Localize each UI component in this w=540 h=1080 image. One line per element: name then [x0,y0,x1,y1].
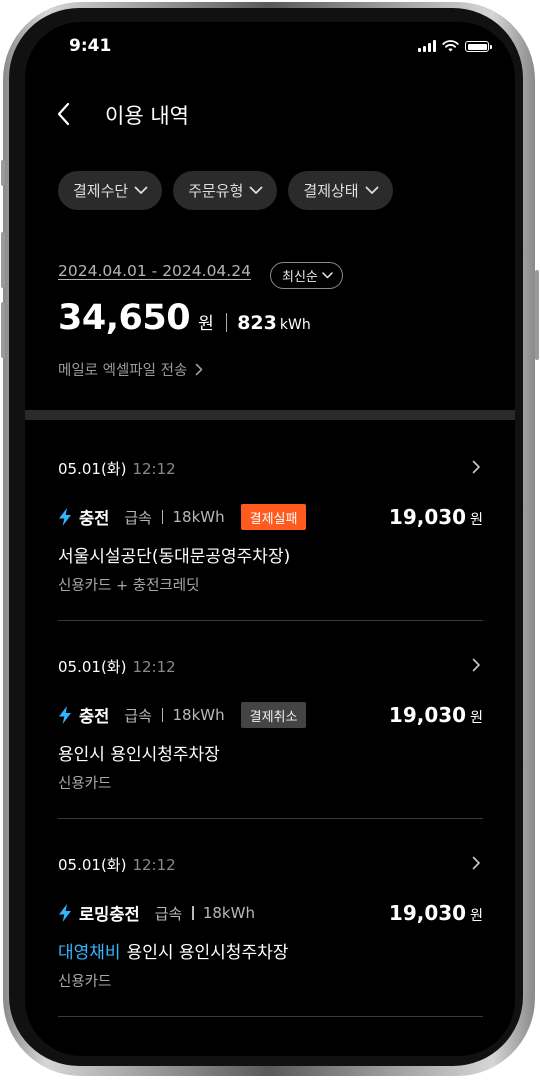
item-energy: 18kWh [202,904,255,922]
chevron-right-icon [195,363,203,376]
filter-order-type[interactable]: 주문유형 [173,171,278,210]
item-payment: 신용카드 [58,776,112,792]
item-meta: 급속 18kWh [155,903,255,924]
total-divider [225,312,228,332]
status-bar: 9:41 [25,22,515,78]
cellular-signal-icon [418,40,436,52]
item-speed: 급속 [124,706,152,725]
price-unit: 원 [470,512,483,528]
item-summary: 로밍충전 급속 18kWh [58,900,255,926]
item-meta: 급속 18kWh [124,705,224,726]
total-amount-unit: 원 [198,314,214,334]
total-kwh: 823 [237,312,277,334]
item-energy: 18kWh [172,706,225,724]
chevron-right-icon[interactable] [472,460,481,474]
meta-divider [192,906,194,920]
header: 이용 내역 [25,92,515,136]
item-price: 19,030 원 [389,901,483,925]
item-type: 충전 [79,509,110,528]
item-divider [58,620,483,621]
price-value: 19,030 [388,505,467,529]
meta-divider [161,708,164,722]
chevron-right-icon[interactable] [472,856,481,870]
item-station: 서울시설공단(동대문공영주차장) [58,547,291,567]
filter-label: 결제상태 [303,182,359,200]
station-name: 용인시 용인시청주차장 [126,943,289,963]
item-divider [58,1016,483,1017]
item-energy: 18kWh [172,508,225,526]
item-date: 05.01(화) [58,856,127,874]
item-datetime: 05.01(화) 12:12 [58,458,176,479]
item-payment: 신용카드 [58,974,112,990]
item-speed: 급속 [154,904,183,923]
item-summary: 충전 급속 18kWh 결제취소 [58,702,307,728]
item-datetime: 05.01(화) 12:12 [58,656,176,677]
lightning-icon [59,904,71,922]
filter-payment-status[interactable]: 결제상태 [288,171,393,210]
chevron-down-icon [134,186,148,194]
send-excel-label: 메일로 엑셀파일 전송 [58,363,188,379]
status-badge: 결제실패 [240,504,307,530]
wifi-icon [442,40,459,52]
send-excel-link[interactable]: 메일로 엑셀파일 전송 [58,359,203,380]
page-title: 이용 내역 [105,104,189,128]
back-arrow-icon[interactable] [53,100,75,128]
total-kwh-unit: kWh [279,317,311,333]
item-price: 19,030 원 [389,505,483,529]
item-meta: 급속 18kWh [124,507,224,528]
item-divider [58,818,483,819]
status-time: 9:41 [69,36,112,56]
history-item[interactable]: 05.01(화) 12:12 충전 급속 18kWh 결제취소 19,030 원 … [58,656,483,792]
chevron-down-icon [322,272,333,279]
usage-total: 34,650 원 823 kWh [58,298,311,338]
item-type: 로밍충전 [79,905,140,924]
sort-label: 최신순 [282,270,318,285]
status-icons [418,40,492,52]
chevron-down-icon [250,186,263,194]
item-type: 충전 [79,707,110,726]
date-range[interactable]: 2024.04.01 - 2024.04.24 [58,262,251,280]
price-value: 19,030 [388,703,467,727]
volume-up-button [1,232,5,288]
lightning-icon [59,706,71,724]
filter-label: 주문유형 [188,182,244,200]
sort-dropdown[interactable]: 최신순 [270,262,343,289]
total-amount: 34,650 [58,298,191,338]
item-time: 12:12 [132,856,176,874]
item-payment: 신용카드 + 충전크레딧 [58,578,200,594]
status-badge: 결제취소 [240,702,307,728]
chevron-down-icon [365,186,379,194]
item-date: 05.01(화) [58,460,127,478]
history-item[interactable]: 05.01(화) 12:12 충전 급속 18kWh 결제실패 19,030 원 … [58,458,483,594]
chevron-right-icon[interactable] [472,658,481,672]
item-datetime: 05.01(화) 12:12 [58,854,176,875]
app-screen: 9:41 이용 내역 결제수단 주문유형 결제상태 2024.04.01 - 2… [25,22,515,1056]
filter-bar: 결제수단 주문유형 결제상태 [58,171,393,210]
meta-divider [161,510,164,524]
power-button [535,270,539,360]
battery-icon [465,41,492,52]
price-unit: 원 [470,908,483,924]
item-time: 12:12 [132,460,176,478]
filter-label: 결제수단 [73,182,129,200]
history-item[interactable]: 05.01(화) 12:12 로밍충전 급속 18kWh 19,030 원 대영채… [58,854,483,990]
item-station: 대영채비 용인시 용인시청주차장 [58,938,288,963]
section-divider [25,410,515,420]
price-value: 19,030 [388,901,467,925]
lightning-icon [59,508,71,526]
volume-down-button [1,302,5,358]
item-date: 05.01(화) [58,658,127,676]
side-button [1,160,5,186]
filter-payment-method[interactable]: 결제수단 [58,171,163,210]
item-summary: 충전 급속 18kWh 결제실패 [58,504,307,530]
item-price: 19,030 원 [389,703,483,727]
price-unit: 원 [470,710,483,726]
item-station: 용인시 용인시청주차장 [58,745,220,765]
item-speed: 급속 [124,508,152,527]
item-time: 12:12 [132,658,176,676]
partner-name: 대영채비 [58,943,121,963]
